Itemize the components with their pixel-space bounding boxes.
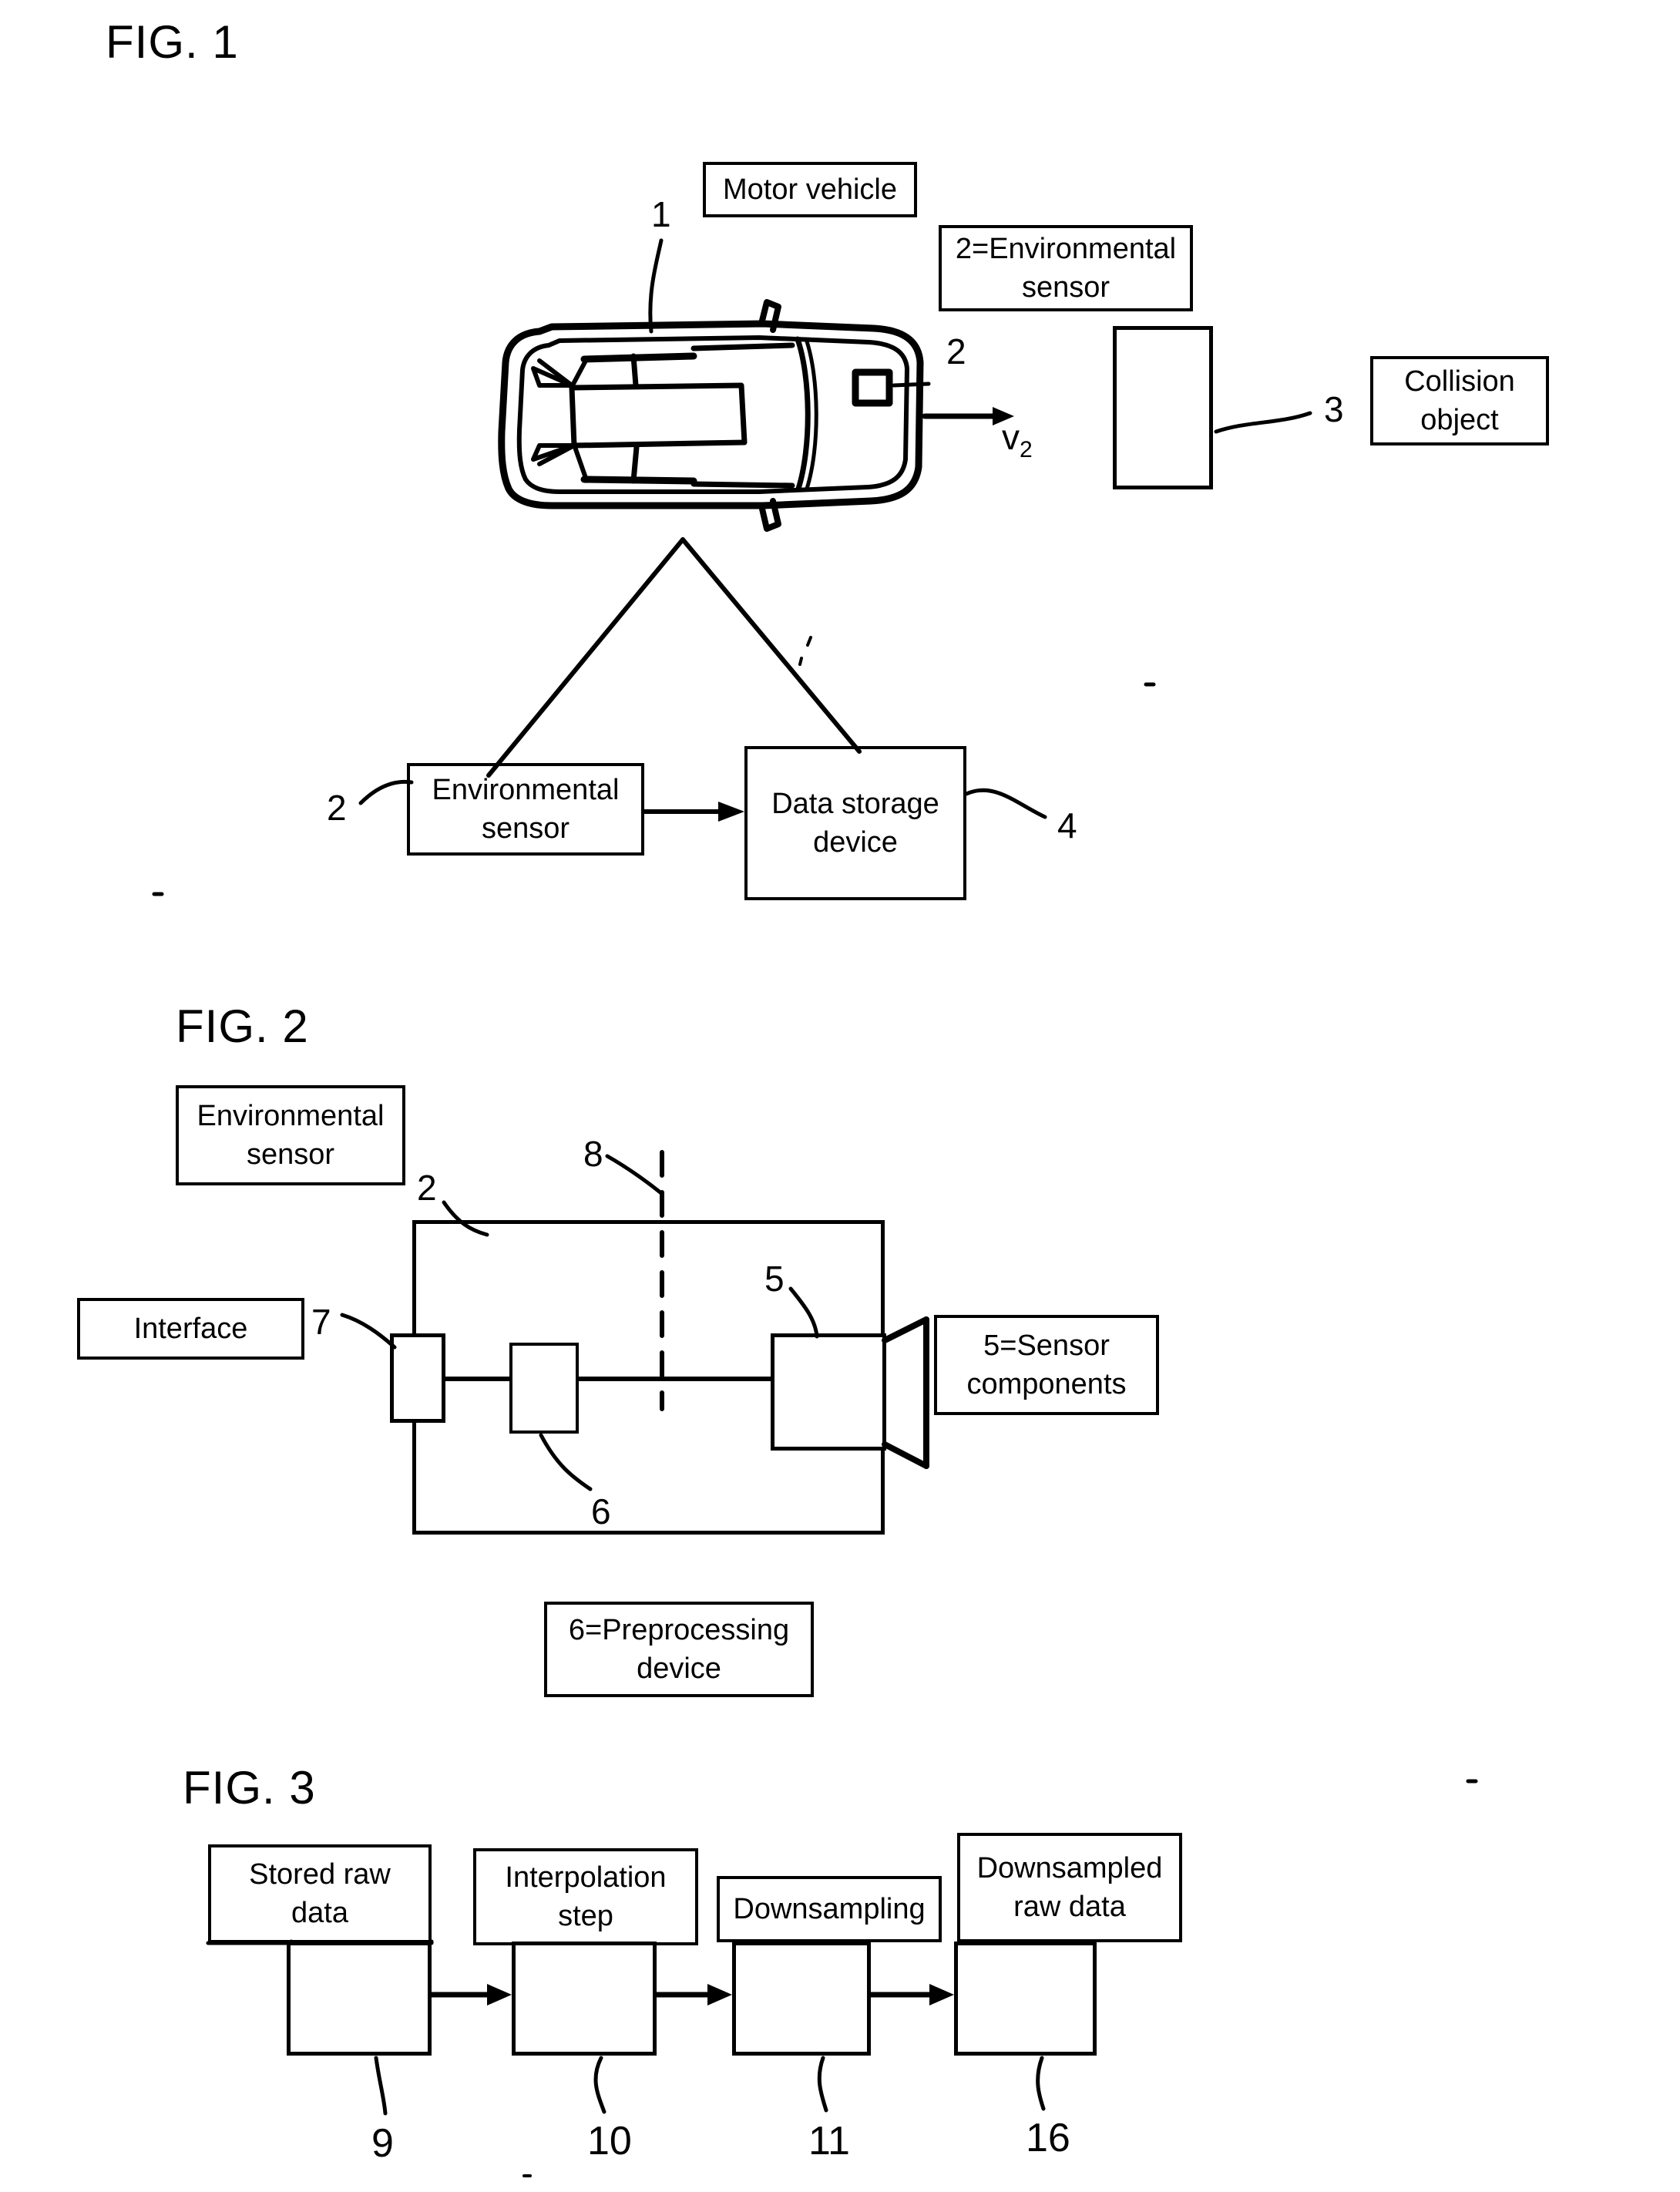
fig2-leader-dashed-line (605, 1154, 664, 1195)
leader-line-collision-object (1214, 411, 1312, 434)
fig3-leader-2 (817, 2056, 828, 2113)
fig2-sensor-horn (882, 1316, 929, 1469)
fig2-label-interface: Interface (77, 1298, 304, 1360)
fig2-interface-block (390, 1333, 445, 1423)
fig1-environmental-sensor-block: Environmental sensor (407, 763, 644, 856)
fig2-label-interface-text: Interface (133, 1312, 248, 1345)
fig3-arrow-1-2 (654, 1984, 732, 2005)
fig1-data-storage-device-block: Data storage device (744, 746, 966, 900)
fig2-preprocessing-block (509, 1343, 579, 1434)
leader-line-sensor (892, 382, 931, 388)
patent-drawing-sheet: FIG. 1 Motor vehicle 2=Environmental sen… (0, 0, 1680, 2192)
ref-number-sensor-block: 2 (327, 788, 347, 828)
label-collision-object: Collision object (1370, 356, 1549, 445)
fig3-step-label-3-text: Downsampled raw data (976, 1851, 1163, 1923)
fig2-label-environmental-sensor-text: Environmental sensor (197, 1099, 385, 1171)
velocity-label: v2 (1002, 417, 1033, 463)
fig3-step-label-3: Downsampled raw data (957, 1833, 1182, 1942)
ref-number-storage-block: 4 (1057, 805, 1077, 846)
fig3-ref-number-3: 16 (1026, 2116, 1070, 2160)
ref-number-sensor-on-vehicle: 2 (946, 331, 966, 371)
fig1-triangle-left (486, 537, 685, 778)
figure-1-title: FIG. 1 (106, 16, 239, 68)
fig3-step-label-0: Stored raw data (208, 1844, 432, 1943)
fig1-leader-sensor-block (358, 779, 414, 805)
fig3-ref-number-1: 10 (587, 2119, 632, 2163)
fig2-label-environmental-sensor: Environmental sensor (176, 1085, 405, 1185)
fig2-label-sensor-components-text: 5=Sensor components (966, 1329, 1127, 1400)
leader-line-vehicle (648, 238, 664, 334)
fig1-data-storage-device-text: Data storage device (771, 787, 939, 859)
figure-2-title: FIG. 2 (176, 1000, 309, 1052)
figure-3-title: FIG. 3 (183, 1762, 316, 1814)
fig3-process-box-2 (732, 1942, 871, 2056)
fig3-step-label-2: Downsampling (717, 1876, 942, 1942)
fig2-ref-number-environmental-sensor: 2 (417, 1168, 437, 1208)
fig1-triangle-right (680, 537, 862, 754)
fig2-label-preprocessing-device: 6=Preprocessing device (544, 1602, 814, 1697)
fig2-ref-number-preprocessing: 6 (591, 1491, 611, 1531)
fig3-step-label-2-text: Downsampling (733, 1892, 926, 1925)
fig2-leader-interface (340, 1313, 397, 1350)
fig3-step-label-1-text: Interpolation step (505, 1861, 667, 1932)
fig3-ref-number-0: 9 (371, 2121, 394, 2166)
fig3-ref-number-2: 11 (808, 2119, 850, 2163)
fig2-ref-number-interface: 7 (311, 1302, 331, 1342)
ref-number-vehicle: 1 (651, 194, 671, 234)
velocity-arrow (922, 407, 1014, 425)
label-motor-vehicle: Motor vehicle (703, 162, 917, 217)
label-collision-object-text: Collision object (1404, 365, 1515, 436)
fig1-arrow-sensor-to-storage (642, 802, 744, 822)
label-environmental-sensor-equals: 2=Environmental sensor (939, 225, 1193, 311)
fig3-step-label-1: Interpolation step (473, 1848, 698, 1945)
fig2-label-sensor-components: 5=Sensor components (934, 1315, 1159, 1415)
motor-vehicle-illustration (498, 299, 924, 532)
ref-number-collision-object: 3 (1324, 389, 1344, 429)
label-environmental-sensor-equals-text: 2=Environmental sensor (955, 232, 1177, 304)
fig2-label-preprocessing-device-text: 6=Preprocessing device (568, 1613, 790, 1685)
fig3-step-label-0-text: Stored raw data (249, 1857, 391, 1929)
fig3-arrow-2-3 (868, 1984, 954, 2005)
fig2-ref-number-dashed-boundary: 8 (583, 1134, 603, 1174)
fig3-leader-0 (374, 2056, 388, 2116)
fig1-environmental-sensor-text: Environmental sensor (432, 773, 620, 845)
fig1-leader-storage-block (964, 788, 1047, 819)
label-motor-vehicle-text: Motor vehicle (723, 173, 897, 206)
fig2-ref-number-sensor-components: 5 (764, 1259, 785, 1299)
fig3-process-box-3 (954, 1942, 1097, 2056)
collision-object-block (1113, 326, 1213, 489)
fig3-leader-1 (593, 2056, 606, 2114)
fig3-arrow-0-1 (428, 1984, 512, 2005)
fig3-leader-3 (1036, 2056, 1046, 2111)
fig2-sensor-components-block (771, 1333, 886, 1451)
fig3-process-box-0 (287, 1942, 432, 2056)
fig3-process-box-1 (512, 1942, 657, 2056)
